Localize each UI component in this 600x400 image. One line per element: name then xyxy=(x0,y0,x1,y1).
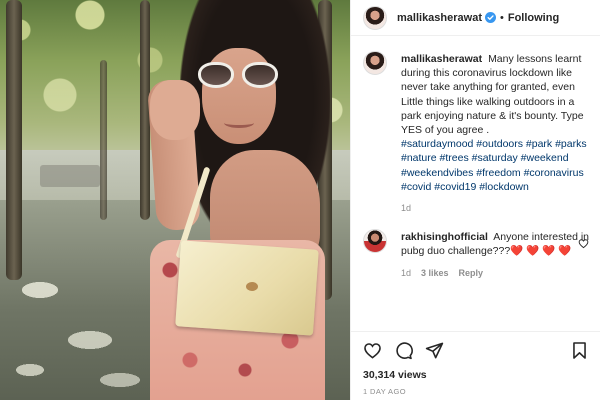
caption-body: mallikasherawat Many lessons learnt duri… xyxy=(401,52,589,215)
actions-bar: 30,314 views 1 DAY AGO xyxy=(351,331,600,400)
post-timestamp[interactable]: 1 DAY AGO xyxy=(363,387,589,396)
author-avatar[interactable] xyxy=(363,5,387,30)
photo-lens-right xyxy=(242,62,278,88)
comment-meta: 1d 3 likes Reply xyxy=(401,266,589,280)
following-button[interactable]: Following xyxy=(508,12,559,24)
photo-tree-trunk xyxy=(6,0,22,280)
bookmark-icon[interactable] xyxy=(570,341,589,360)
photo-lens-left xyxy=(198,62,234,88)
header-separator: • xyxy=(500,11,504,24)
comment-row: rakhisinghofficial Anyone interested in … xyxy=(363,215,589,280)
commenter-avatar[interactable] xyxy=(363,229,387,254)
photo-sunglasses xyxy=(198,62,282,90)
heart-icon[interactable] xyxy=(363,341,382,360)
photo-smile xyxy=(224,118,254,128)
comment-username[interactable]: rakhisinghofficial xyxy=(401,231,488,243)
comment-body: rakhisinghofficial Anyone interested in … xyxy=(401,230,589,280)
comment-icon[interactable] xyxy=(394,341,413,360)
instagram-post: mallikasherawat • Following mallikashera… xyxy=(0,0,600,400)
post-sidebar: mallikasherawat • Following mallikashera… xyxy=(350,0,600,400)
caption-meta: 1d xyxy=(401,201,589,215)
caption-time[interactable]: 1d xyxy=(401,201,411,215)
photo-tree-trunk xyxy=(100,60,107,220)
share-icon[interactable] xyxy=(425,341,444,360)
post-header: mallikasherawat • Following xyxy=(351,0,600,36)
caption-text-block: mallikasherawat Many lessons learnt duri… xyxy=(401,52,589,137)
caption-row: mallikasherawat Many lessons learnt duri… xyxy=(363,37,589,215)
comment-text-block: rakhisinghofficial Anyone interested in … xyxy=(401,230,589,258)
view-count[interactable]: 30,314 views xyxy=(363,369,589,381)
photo-bench xyxy=(40,165,100,187)
comment-likes[interactable]: 3 likes xyxy=(421,266,449,280)
caption-hashtags[interactable]: #saturdaymood #outdoors #park #parks #na… xyxy=(401,137,589,194)
photo-woman xyxy=(146,0,330,400)
comment-time[interactable]: 1d xyxy=(401,266,411,280)
author-username[interactable]: mallikasherawat xyxy=(397,12,482,24)
photo-waving-hand xyxy=(150,80,200,140)
caption-text: Many lessons learnt during this coronavi… xyxy=(401,53,584,137)
verified-badge-icon xyxy=(485,12,496,23)
action-icons xyxy=(363,332,589,368)
like-comment-icon[interactable] xyxy=(578,238,589,249)
photo-bag-clasp xyxy=(246,282,258,291)
post-photo[interactable] xyxy=(0,0,350,400)
caption-username[interactable]: mallikasherawat xyxy=(401,53,482,65)
reply-button[interactable]: Reply xyxy=(459,266,484,280)
caption-avatar[interactable] xyxy=(363,51,387,75)
comments-section: mallikasherawat Many lessons learnt duri… xyxy=(351,37,600,331)
